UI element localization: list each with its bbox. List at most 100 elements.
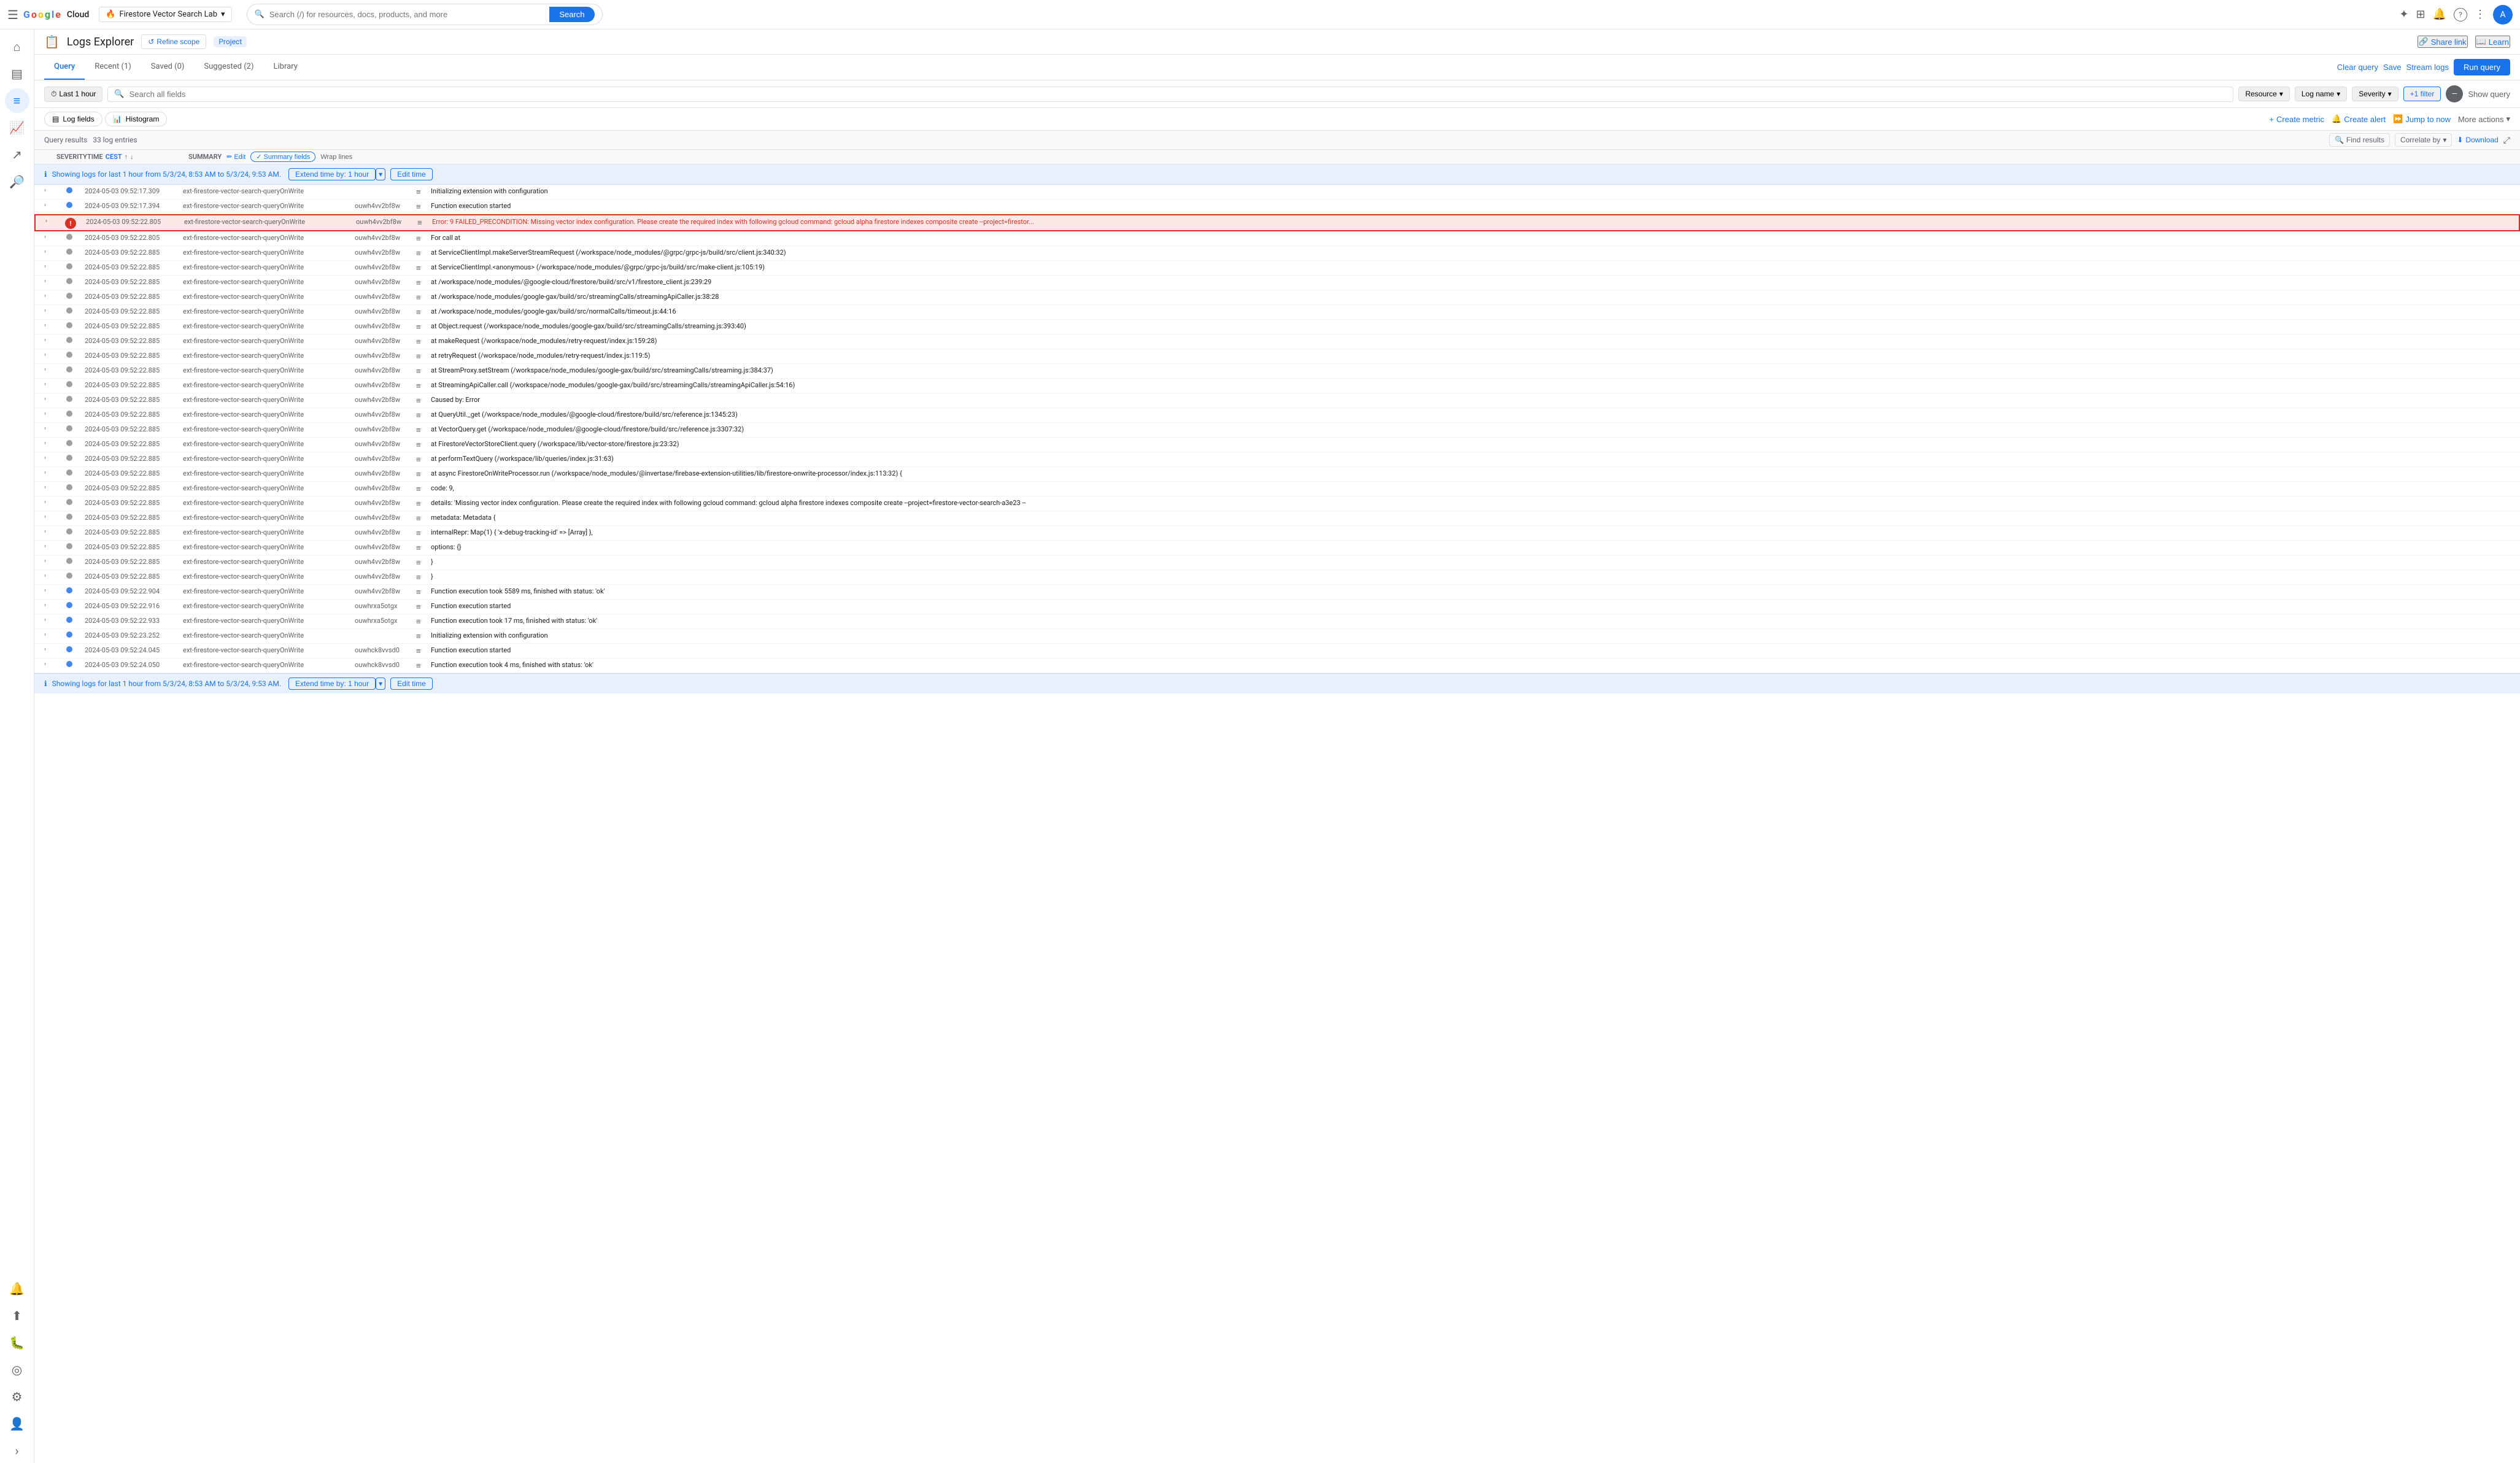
row-expand-icon[interactable]: ≡ <box>416 601 431 612</box>
sort-down-icon[interactable]: ↓ <box>130 153 134 161</box>
row-expand-icon[interactable]: ≡ <box>416 277 431 288</box>
jump-to-now-button[interactable]: ⏩ Jump to now <box>2393 114 2451 124</box>
expand-arrow[interactable]: › <box>44 186 54 194</box>
expand-arrow[interactable]: › <box>44 630 54 638</box>
log-row[interactable]: ›2024-05-03 09:52:22.885ext-firestore-ve… <box>34 408 2520 423</box>
log-row[interactable]: ›2024-05-03 09:52:17.309ext-firestore-ve… <box>34 185 2520 199</box>
sidebar-expand[interactable]: › <box>5 1438 29 1463</box>
row-expand-icon[interactable]: ≡ <box>416 380 431 391</box>
bottom-extend-button[interactable]: Extend time by: 1 hour <box>288 677 376 690</box>
log-row[interactable]: ›2024-05-03 09:52:24.045ext-firestore-ve… <box>34 644 2520 658</box>
expand-arrow[interactable]: › <box>44 336 54 344</box>
expand-arrow[interactable]: › <box>44 439 54 447</box>
row-expand-icon[interactable]: ≡ <box>416 557 431 568</box>
clear-query-button[interactable]: Clear query <box>2337 63 2378 72</box>
sidebar-icon-profiler[interactable]: ◎ <box>5 1357 29 1382</box>
log-row[interactable]: ›2024-05-03 09:52:22.885ext-firestore-ve… <box>34 511 2520 526</box>
row-expand-icon[interactable]: ≡ <box>416 186 431 197</box>
sidebar-icon-trace[interactable]: ↗ <box>5 142 29 167</box>
save-button[interactable]: Save <box>2383 63 2402 72</box>
summary-fields-button[interactable]: ✓ Summary fields <box>250 152 315 162</box>
row-expand-icon[interactable]: ≡ <box>416 512 431 523</box>
expand-arrow[interactable]: › <box>44 512 54 520</box>
create-metric-button[interactable]: + Create metric <box>2269 115 2324 124</box>
expand-arrow[interactable]: › <box>44 262 54 270</box>
sidebar-icon-debugger[interactable]: 🐛 <box>5 1330 29 1355</box>
log-row[interactable]: ›2024-05-03 09:52:22.885ext-firestore-ve… <box>34 320 2520 334</box>
expand-arrow[interactable]: › <box>44 350 54 358</box>
row-expand-icon[interactable]: ≡ <box>416 247 431 258</box>
log-row[interactable]: ›2024-05-03 09:52:22.885ext-firestore-ve… <box>34 570 2520 585</box>
expand-arrow[interactable]: › <box>44 247 54 255</box>
find-in-results-button[interactable]: 🔍 Find results <box>2329 133 2390 147</box>
expand-arrow[interactable]: › <box>44 291 54 299</box>
row-expand-icon[interactable]: ≡ <box>416 645 431 656</box>
show-query-button[interactable]: Show query <box>2468 90 2510 99</box>
log-row[interactable]: ›2024-05-03 09:52:22.885ext-firestore-ve… <box>34 467 2520 482</box>
expand-arrow[interactable]: › <box>44 454 54 461</box>
row-expand-icon[interactable]: ≡ <box>416 262 431 273</box>
expand-arrow[interactable]: › <box>44 571 54 579</box>
expand-arrow[interactable]: › <box>44 395 54 403</box>
log-row[interactable]: ›2024-05-03 09:52:22.885ext-firestore-ve… <box>34 393 2520 408</box>
edit-time-button[interactable]: Edit time <box>390 168 433 180</box>
log-search-input[interactable] <box>129 90 2227 99</box>
global-search-button[interactable]: Search <box>549 7 594 22</box>
log-row[interactable]: ›2024-05-03 09:52:22.916ext-firestore-ve… <box>34 600 2520 614</box>
row-expand-icon[interactable]: ≡ <box>416 395 431 406</box>
log-row[interactable]: ›2024-05-03 09:52:22.885ext-firestore-ve… <box>34 541 2520 555</box>
bell-icon[interactable]: 🔔 <box>2433 8 2446 21</box>
log-row[interactable]: ›2024-05-03 09:52:17.394ext-firestore-ve… <box>34 199 2520 214</box>
logname-filter-button[interactable]: Log name ▾ <box>2295 87 2347 101</box>
extend-time-dropdown[interactable]: ▾ <box>376 168 385 180</box>
log-row[interactable]: ›2024-05-03 09:52:22.933ext-firestore-ve… <box>34 614 2520 629</box>
expand-arrow[interactable]: › <box>45 217 55 225</box>
expand-arrow[interactable]: › <box>44 321 54 329</box>
log-row[interactable]: ›2024-05-03 09:52:22.885ext-firestore-ve… <box>34 246 2520 261</box>
row-expand-icon[interactable]: ≡ <box>416 527 431 538</box>
correlate-by-button[interactable]: Correlate by ▾ <box>2395 133 2452 147</box>
histogram-toggle[interactable]: 📊 Histogram <box>105 112 168 126</box>
expand-arrow[interactable]: › <box>44 557 54 565</box>
dark-circle-btn[interactable]: — <box>2446 85 2463 102</box>
row-expand-icon[interactable]: ≡ <box>416 483 431 494</box>
hamburger-icon[interactable]: ☰ <box>7 7 18 22</box>
create-alert-button[interactable]: 🔔 Create alert <box>2332 114 2386 124</box>
log-row[interactable]: ›2024-05-03 09:52:22.885ext-firestore-ve… <box>34 423 2520 438</box>
row-expand-icon[interactable]: ≡ <box>416 660 431 671</box>
row-expand-icon[interactable]: ≡ <box>416 306 431 317</box>
log-row[interactable]: ›2024-05-03 09:52:22.885ext-firestore-ve… <box>34 555 2520 570</box>
expand-arrow[interactable]: › <box>44 601 54 609</box>
expand-arrow[interactable]: › <box>44 201 54 209</box>
learn-button[interactable]: 📖 Learn <box>2475 36 2510 48</box>
stream-logs-button[interactable]: Stream logs <box>2406 63 2449 72</box>
expand-arrow[interactable]: › <box>44 409 54 417</box>
sidebar-icon-logs[interactable]: ≡ <box>5 88 29 113</box>
row-expand-icon[interactable]: ≡ <box>416 571 431 582</box>
sort-up-icon[interactable]: ↑ <box>125 153 128 161</box>
tab-query[interactable]: Query <box>44 55 85 80</box>
log-row[interactable]: ›2024-05-03 09:52:22.885ext-firestore-ve… <box>34 334 2520 349</box>
sidebar-icon-integrations[interactable]: ⚙ <box>5 1384 29 1409</box>
row-expand-icon[interactable]: ≡ <box>416 454 431 465</box>
tab-saved[interactable]: Saved (0) <box>141 55 195 80</box>
expand-arrow[interactable]: › <box>44 468 54 476</box>
row-expand-icon[interactable]: ≡ <box>416 616 431 627</box>
download-button[interactable]: ⬇ Download <box>2457 136 2498 144</box>
sidebar-icon-alerts[interactable]: 🔔 <box>5 1276 29 1301</box>
log-row[interactable]: ›2024-05-03 09:52:22.885ext-firestore-ve… <box>34 452 2520 467</box>
expand-arrow[interactable]: › <box>44 277 54 285</box>
expand-arrow[interactable]: › <box>44 365 54 373</box>
expand-arrow[interactable]: › <box>44 586 54 594</box>
log-row[interactable]: ›2024-05-03 09:52:22.885ext-firestore-ve… <box>34 349 2520 364</box>
log-row[interactable]: ›2024-05-03 09:52:22.885ext-firestore-ve… <box>34 276 2520 290</box>
bottom-extend-dropdown[interactable]: ▾ <box>376 677 385 690</box>
expand-arrow[interactable]: › <box>44 306 54 314</box>
log-row[interactable]: ›2024-05-03 09:52:22.885ext-firestore-ve… <box>34 496 2520 511</box>
more-actions-button[interactable]: More actions ▾ <box>2458 114 2510 124</box>
user-avatar[interactable]: A <box>2493 5 2513 25</box>
time-range-button[interactable]: ⏱ Last 1 hour <box>44 87 102 102</box>
wrap-lines-button[interactable]: Wrap lines <box>320 153 352 161</box>
plus-filter-button[interactable]: +1 filter <box>2403 87 2441 101</box>
sidebar-icon-metrics[interactable]: 📈 <box>5 115 29 140</box>
